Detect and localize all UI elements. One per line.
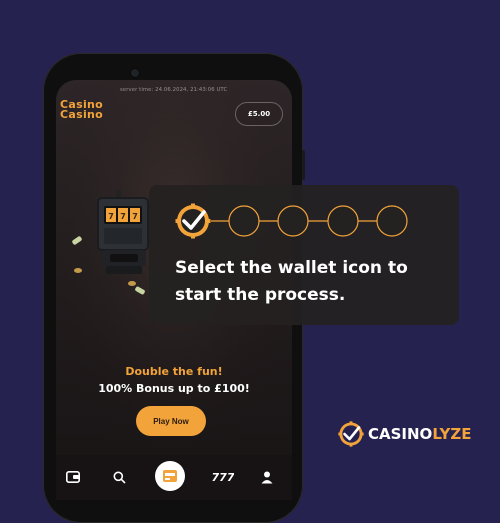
svg-text:7: 7 <box>120 212 126 221</box>
step-2-circle <box>228 205 260 237</box>
casinolyze-chip-icon <box>338 421 364 447</box>
brand-wordmark: CASINOLYZE <box>368 425 472 443</box>
brand-part-2: LYZE <box>432 425 472 443</box>
brand-part-1: CASINO <box>368 425 433 443</box>
step-4-circle <box>327 205 359 237</box>
step-5-circle <box>376 205 408 237</box>
slots-777-icon[interactable]: 777 <box>212 468 234 486</box>
promo-bonus: 100% Bonus up to £100! <box>98 382 250 395</box>
svg-text:7: 7 <box>132 212 138 221</box>
front-camera <box>131 69 139 77</box>
profile-icon[interactable] <box>258 468 276 486</box>
floating-coin <box>74 268 82 273</box>
step-3-circle <box>277 205 309 237</box>
search-icon[interactable] <box>110 468 128 486</box>
server-time: server time: 24.06.2024, 21:43:06 UTC <box>120 87 228 93</box>
svg-text:777: 777 <box>212 471 234 483</box>
logo-line-2: Casino <box>60 108 104 121</box>
play-now-button[interactable]: Play Now <box>136 406 206 436</box>
casino-logo[interactable]: Casino Casino <box>60 99 112 121</box>
phone-side-button <box>302 150 305 180</box>
floating-coin <box>128 281 136 286</box>
balance-button[interactable]: £5.00 <box>235 102 283 126</box>
tutorial-text: Select the wallet icon to start the proc… <box>175 258 408 305</box>
promo-headline: Double the fun! <box>125 365 223 378</box>
step-1-active-icon <box>175 203 211 239</box>
casino-games-icon[interactable] <box>155 461 185 491</box>
tutorial-progress-steps <box>175 203 408 239</box>
svg-text:7: 7 <box>108 212 114 221</box>
wallet-icon[interactable] <box>64 468 82 486</box>
casinolyze-brand: CASINOLYZE <box>338 421 472 447</box>
slot-machine-illustration: 7 7 7 <box>96 190 154 282</box>
